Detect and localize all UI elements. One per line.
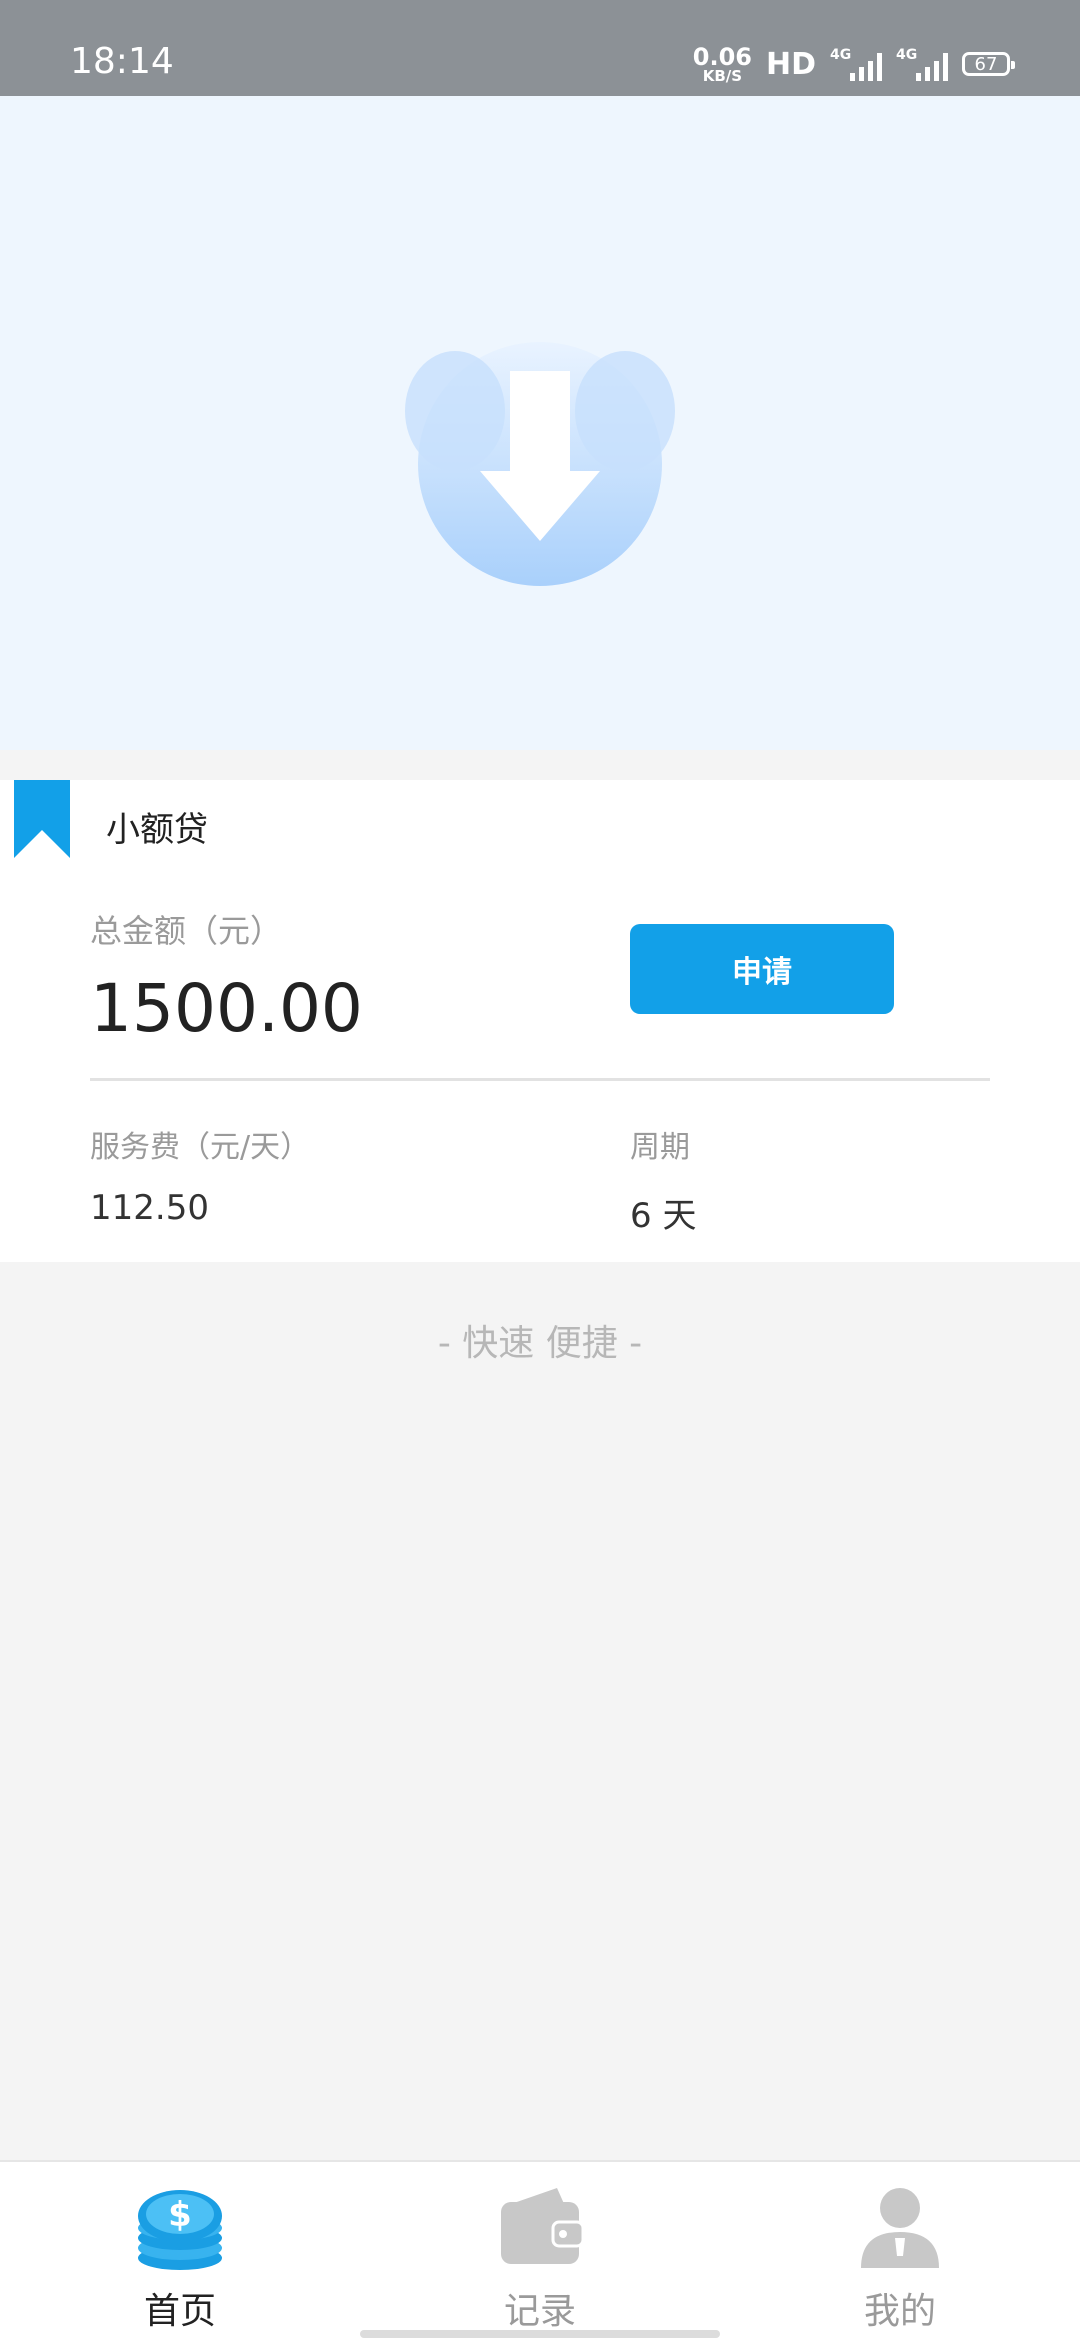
period-label: 周期 [630,1130,690,1165]
divider [90,1078,990,1081]
status-bar: 18:14 0.06 KB/S HD 4G 4G 67 [0,0,1080,96]
battery-level: 67 [974,53,998,75]
period-value: 6 天 [630,1196,697,1236]
bookmark-ribbon-icon [14,780,70,862]
tab-home-label: 首页 [143,2291,216,2332]
user-icon [855,2182,945,2276]
battery-icon: 67 [962,52,1015,76]
network-speed: 0.06 KB/S [693,45,752,84]
tab-records-label: 记录 [503,2291,576,2332]
bottom-navigation: $ 首页 记录 我的 [0,2160,1080,2340]
tab-records[interactable]: 记录 [440,2182,640,2332]
status-icons: 0.06 KB/S HD 4G 4G 67 [693,44,1015,84]
tab-home[interactable]: $ 首页 [80,2182,280,2332]
download-arrow-icon [400,316,680,600]
service-fee-label: 服务费（元/天） [90,1130,311,1165]
network-speed-value: 0.06 [692,42,752,71]
service-fee-value: 112.50 [90,1188,209,1228]
tab-mine-label: 我的 [863,2291,936,2332]
status-time: 18:14 [70,41,174,82]
product-title: 小额贷 [106,810,208,850]
signal-icon-1: 4G [830,47,882,81]
tab-mine[interactable]: 我的 [800,2182,1000,2332]
app-root: 18:14 0.06 KB/S HD 4G 4G 67 小额贷 总金额（元） 1… [0,0,1080,2340]
signal-2-label: 4G [896,47,918,63]
svg-text:$: $ [168,2195,192,2235]
apply-button[interactable]: 申请 [630,924,894,1014]
banner-carousel[interactable] [0,96,1080,802]
home-indicator[interactable] [360,2330,720,2338]
hd-icon: HD [765,46,816,82]
network-speed-unit: KB/S [702,66,743,85]
wallet-icon [495,2182,585,2276]
total-amount-value: 1500.00 [90,970,363,1047]
signal-icon-2: 4G [896,47,948,81]
coins-icon: $ [135,2182,225,2276]
total-amount-label: 总金额（元） [90,912,283,950]
loan-product-card: 小额贷 总金额（元） 1500.00 申请 服务费（元/天） 112.50 周期… [0,780,1080,1262]
slogan: - 快速 便捷 - [437,1323,643,1364]
signal-1-label: 4G [830,47,852,63]
